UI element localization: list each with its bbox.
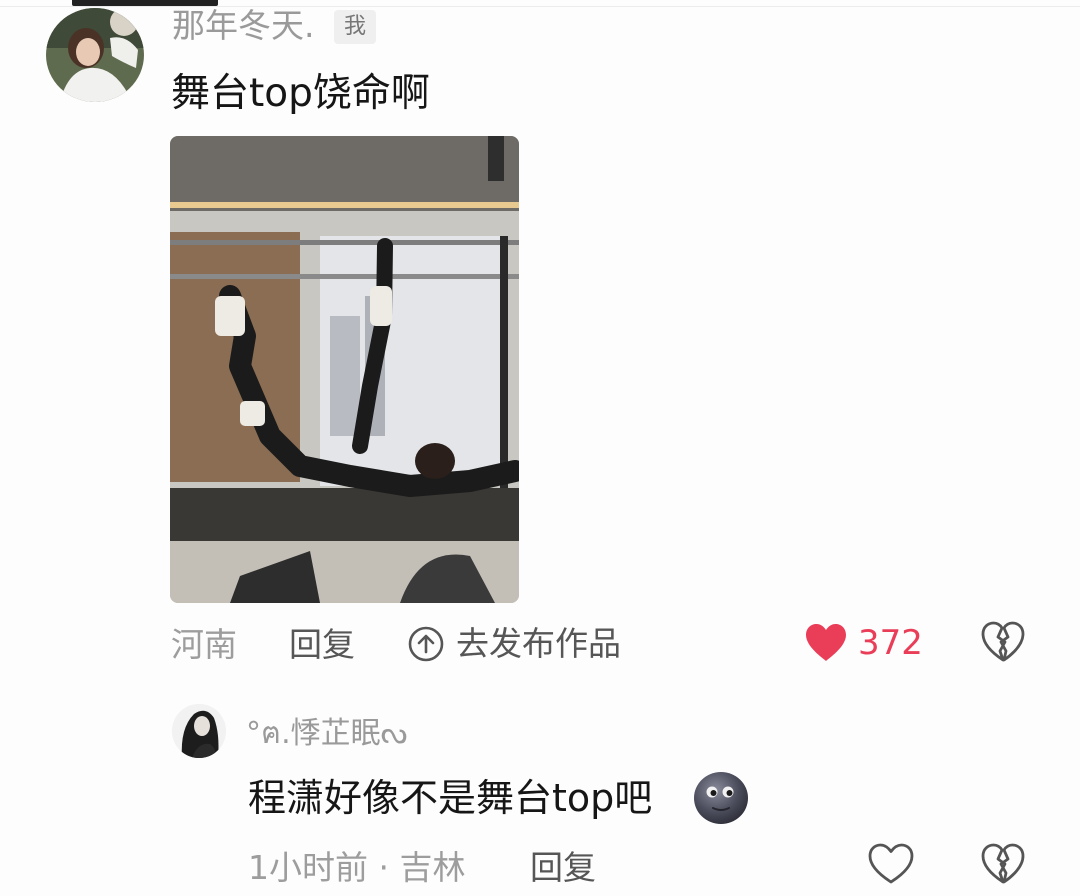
commenter-username[interactable]: 那年冬天.: [172, 6, 315, 46]
replier-avatar[interactable]: [172, 704, 226, 758]
reply-to-reply-button[interactable]: 回复: [530, 848, 596, 888]
comment-location: 河南: [171, 625, 237, 664]
publish-work-label: 去发布作品: [456, 624, 621, 663]
like-count: 372: [858, 623, 923, 663]
upload-arrow-icon: [408, 626, 444, 662]
publish-work-button[interactable]: 去发布作品: [408, 622, 621, 666]
heart-filled-icon: [806, 624, 846, 661]
reply-text: 程潇好像不是舞台top吧: [248, 776, 653, 820]
new-moon-face-icon: [694, 772, 748, 824]
dislike-broken-heart-icon-reply[interactable]: [980, 842, 1026, 886]
reply-time-location: 1小时前 · 吉林: [248, 848, 466, 887]
dislike-broken-heart-icon[interactable]: [980, 620, 1026, 664]
replier-username[interactable]: °ฅ.悸芷眠ᔓ: [246, 714, 407, 754]
comment-image[interactable]: [170, 136, 519, 603]
top-divider: [0, 0, 1080, 7]
comment-text: 舞台top饶命啊: [171, 71, 430, 116]
me-badge: 我: [334, 10, 377, 44]
heart-outline-icon[interactable]: [867, 842, 915, 886]
commenter-avatar[interactable]: [46, 8, 144, 102]
like-button[interactable]: 372: [804, 620, 923, 666]
reply-button[interactable]: 回复: [289, 625, 355, 665]
